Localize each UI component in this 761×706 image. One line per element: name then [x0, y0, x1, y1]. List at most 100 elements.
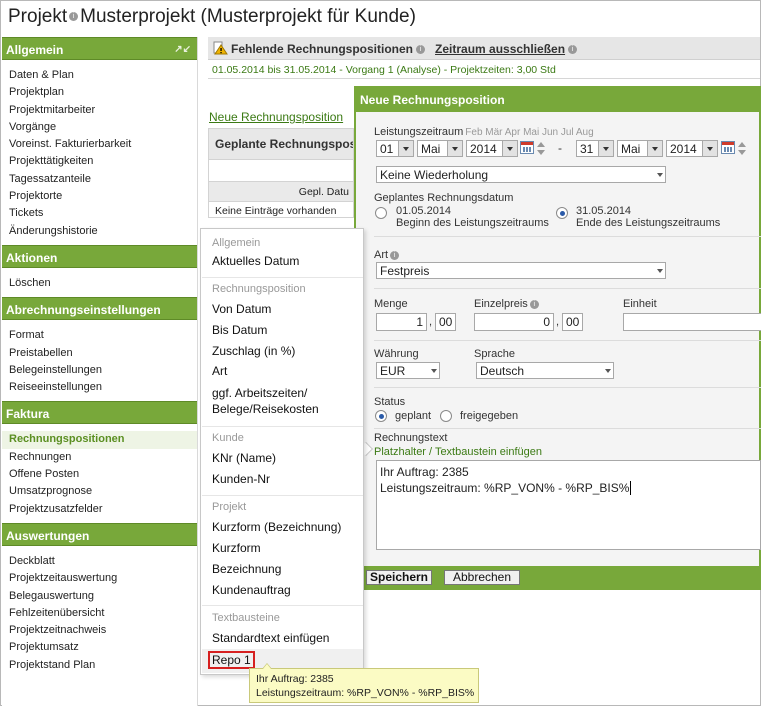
sidebar-item-tagessatzanteile[interactable]: Tagessatzanteile	[9, 171, 197, 188]
divider	[374, 387, 761, 388]
sidebar: Allgemein ↗↙ Daten & Plan Projektplan Pro…	[2, 37, 198, 706]
info-icon[interactable]: i	[416, 45, 426, 55]
from-year-select[interactable]: 2014	[466, 140, 518, 157]
menu-item-kurzform[interactable]: Kurzform	[212, 541, 261, 555]
to-year-select[interactable]: 2014	[666, 140, 718, 157]
quantity-input[interactable]: 1	[376, 313, 427, 331]
sidebar-item-loeschen[interactable]: Löschen	[9, 275, 197, 292]
planned-date-label: Geplantes Rechnungsdatum	[374, 192, 514, 204]
menu-item-aktuelles-datum[interactable]: Aktuelles Datum	[212, 254, 299, 268]
sidebar-section-abrechnung[interactable]: Abrechnungseinstellungen	[2, 297, 197, 321]
sidebar-item-daten-plan[interactable]: Daten & Plan	[9, 67, 197, 84]
menu-group-rechnungsposition: Rechnungsposition	[212, 283, 306, 295]
sidebar-item-projekttaetigkeiten[interactable]: Projekttätigkeiten	[9, 153, 197, 170]
sidebar-item-deckblatt[interactable]: Deckblatt	[9, 553, 197, 570]
dialog-title: Neue Rechnungsposition	[356, 88, 761, 112]
sidebar-item-rechnungen[interactable]: Rechnungen	[9, 449, 197, 466]
sidebar-item-projektumsatz[interactable]: Projektumsatz	[9, 639, 197, 656]
menu-item-zuschlag[interactable]: Zuschlag (in %)	[212, 344, 295, 358]
menu-group-textbausteine: Textbausteine	[212, 612, 280, 624]
menu-item-von-datum[interactable]: Von Datum	[212, 302, 271, 316]
menu-item-kundenauftrag[interactable]: Kundenauftrag	[212, 583, 291, 597]
sidebar-item-aenderungshistorie[interactable]: Änderungshistorie	[9, 223, 197, 240]
placeholder-link[interactable]: Platzhalter / Textbaustein einfügen	[374, 446, 542, 458]
spinner-icon[interactable]	[738, 141, 746, 156]
quantity-decimal-input[interactable]: 00	[435, 313, 456, 331]
calendar-icon[interactable]	[520, 141, 534, 154]
sidebar-item-projektplan[interactable]: Projektplan	[9, 84, 197, 101]
status-planned-radio[interactable]	[375, 410, 387, 422]
repeat-select[interactable]: Keine Wiederholung	[376, 166, 666, 183]
calendar-icon[interactable]	[721, 141, 735, 154]
new-position-link[interactable]: Neue Rechnungsposition	[209, 110, 343, 124]
to-month-select[interactable]: Mai	[617, 140, 663, 157]
menu-item-repo-1[interactable]: Repo 1	[208, 651, 255, 669]
unit-price-input[interactable]: 0	[474, 313, 554, 331]
menu-item-knr-name[interactable]: KNr (Name)	[212, 451, 276, 465]
type-select[interactable]: Festpreis	[376, 262, 666, 279]
menu-item-bezeichnung[interactable]: Bezeichnung	[212, 562, 281, 576]
menu-item-arbeitszeiten[interactable]: ggf. Arbeitszeiten/Belege/Reisekosten	[212, 385, 319, 417]
currency-select[interactable]: EUR	[376, 362, 440, 379]
menu-item-standardtext[interactable]: Standardtext einfügen	[212, 631, 329, 645]
menu-item-kunden-nr[interactable]: Kunden-Nr	[212, 472, 270, 486]
planned-date-end-radio[interactable]	[556, 207, 568, 219]
sidebar-item-rechnungspositionen[interactable]: Rechnungspositionen	[2, 431, 197, 449]
sidebar-item-umsatzprognose[interactable]: Umsatzprognose	[9, 483, 197, 500]
info-icon[interactable]: i	[529, 299, 539, 309]
month-shortcuts[interactable]: Feb Mär Apr Mai Jun Jul Aug	[465, 127, 593, 138]
exclude-period-link[interactable]: Zeitraum ausschließen	[435, 42, 565, 56]
status-released-radio[interactable]	[440, 410, 452, 422]
invoice-text-line: Leistungszeitraum: %RP_VON% - %RP_BIS%	[380, 481, 632, 495]
sidebar-item-projektstand-plan[interactable]: Projektstand Plan	[9, 657, 197, 674]
chevron-down-icon	[598, 141, 613, 156]
divider	[374, 340, 761, 341]
sidebar-section-aktionen[interactable]: Aktionen	[2, 244, 197, 268]
cancel-button[interactable]: Abbrechen	[444, 570, 520, 585]
sidebar-item-projektzeitnachweis[interactable]: Projektzeitnachweis	[9, 622, 197, 639]
sidebar-section-allgemein[interactable]: Allgemein ↗↙	[2, 37, 197, 60]
sidebar-item-fakturierbarkeit[interactable]: Voreinst. Fakturierbarkeit	[9, 136, 197, 153]
invoice-text-area[interactable]: Ihr Auftrag: 2385 Leistungszeitraum: %RP…	[376, 460, 761, 550]
decimal-separator: ,	[556, 316, 560, 328]
sidebar-item-tickets[interactable]: Tickets	[9, 205, 197, 222]
sidebar-section-faktura[interactable]: Faktura	[2, 401, 197, 425]
info-icon[interactable]: i	[568, 45, 578, 55]
sidebar-section-auswertungen[interactable]: Auswertungen	[2, 522, 197, 546]
sidebar-item-belegeinstellungen[interactable]: Belegeinstellungen	[9, 362, 197, 379]
sidebar-item-projektzeitauswertung[interactable]: Projektzeitauswertung	[9, 570, 197, 587]
sidebar-item-projektzusatzfelder[interactable]: Projektzusatzfelder	[9, 501, 197, 518]
project-name: Musterprojekt (Musterprojekt für Kunde)	[80, 6, 416, 27]
from-month-select[interactable]: Mai	[417, 140, 463, 157]
sidebar-item-preistabellen[interactable]: Preistabellen	[9, 345, 197, 362]
menu-group-projekt: Projekt	[212, 501, 247, 513]
sidebar-item-offene-posten[interactable]: Offene Posten	[9, 466, 197, 483]
sidebar-item-projektorte[interactable]: Projektorte	[9, 188, 197, 205]
chevron-down-icon	[657, 173, 663, 177]
sidebar-item-belegauswertung[interactable]: Belegauswertung	[9, 588, 197, 605]
spinner-icon[interactable]	[537, 141, 545, 156]
info-icon[interactable]: i	[390, 250, 400, 260]
chevron-down-icon	[702, 141, 717, 156]
save-button[interactable]: Speichern	[366, 570, 432, 585]
status-label: Status	[374, 396, 406, 408]
sidebar-item-vorgaenge[interactable]: Vorgänge	[9, 119, 197, 136]
status-released-label: freigegeben	[460, 410, 519, 422]
to-day-select[interactable]: 31	[576, 140, 614, 157]
sidebar-item-projektmitarbeiter[interactable]: Projektmitarbeiter	[9, 102, 197, 119]
sidebar-item-fehlzeitenuebersicht[interactable]: Fehlzeitenübersicht	[9, 605, 197, 622]
menu-item-art[interactable]: Art	[212, 364, 227, 378]
language-select[interactable]: Deutsch	[476, 362, 614, 379]
unit-input[interactable]	[623, 313, 761, 331]
menu-group-allgemein: Allgemein	[212, 237, 261, 249]
sidebar-item-format[interactable]: Format	[9, 327, 197, 344]
menu-item-bis-datum[interactable]: Bis Datum	[212, 323, 267, 337]
planned-date-start-radio[interactable]	[375, 207, 387, 219]
unit-price-decimal-input[interactable]: 00	[562, 313, 583, 331]
from-day-select[interactable]: 01	[376, 140, 414, 157]
column-header-date[interactable]: Gepl. Datu	[209, 181, 353, 201]
info-icon[interactable]: i	[69, 12, 79, 22]
collapse-icon[interactable]: ↗↙	[174, 44, 191, 55]
menu-item-kurzform-bezeichnung[interactable]: Kurzform (Bezeichnung)	[212, 520, 341, 534]
sidebar-item-reiseeinstellungen[interactable]: Reiseeinstellungen	[9, 379, 197, 396]
